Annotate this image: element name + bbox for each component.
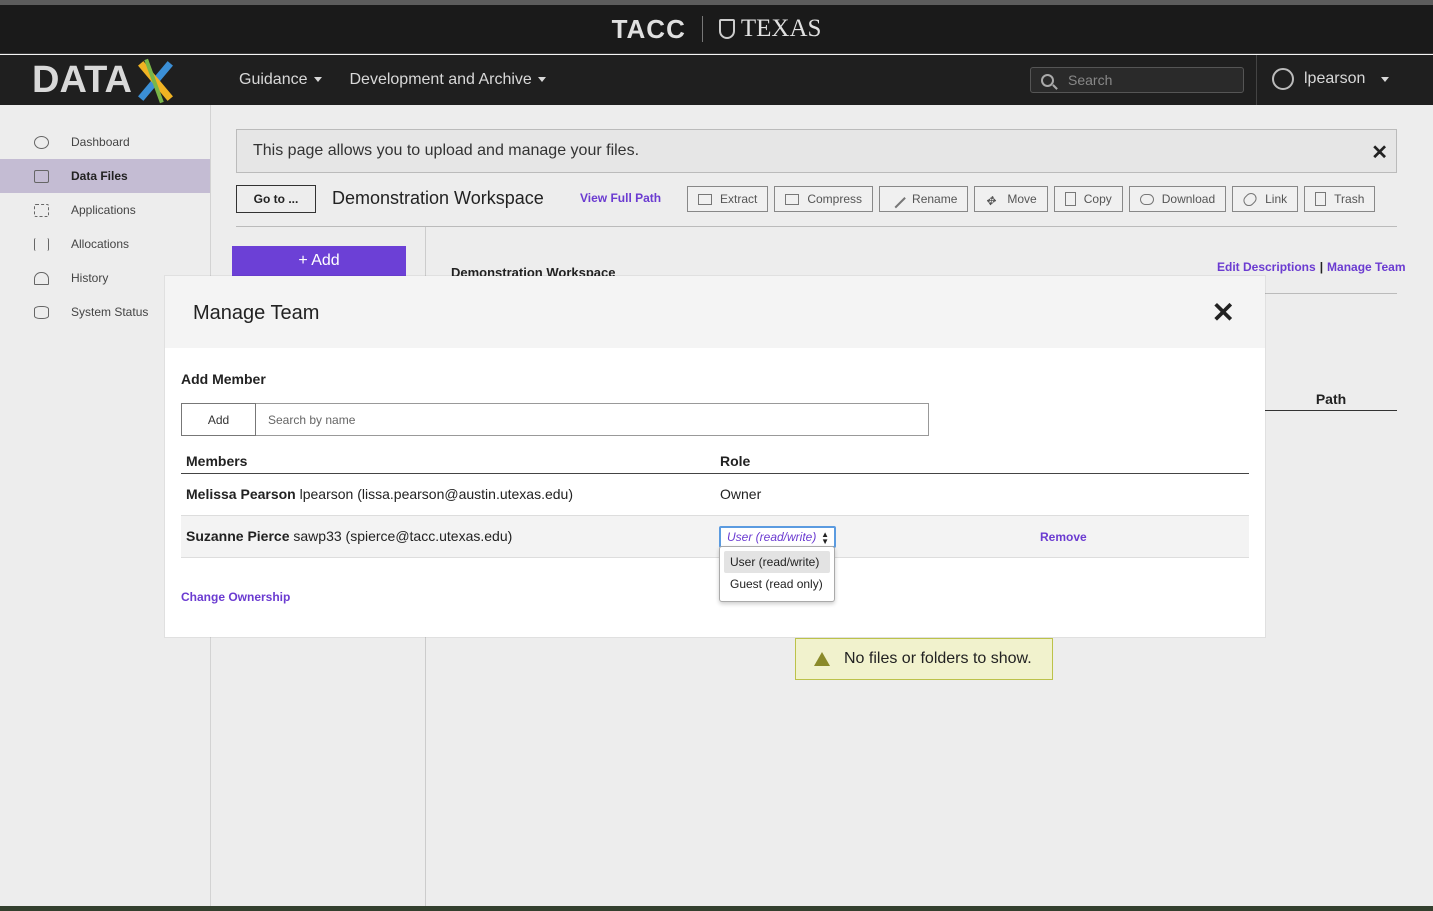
manage-team-modal: Manage Team ✕ Add Member Add Search by n… (165, 276, 1265, 637)
add-member-row: Add Search by name (181, 403, 929, 436)
members-header: Members (186, 453, 248, 469)
role-header: Role (720, 453, 751, 469)
role-select[interactable]: User (read/write) ▲ ▼ (719, 526, 836, 548)
members-table-header: Members Role (181, 452, 1249, 474)
close-icon[interactable]: ✕ (1212, 296, 1235, 329)
select-arrows-icon: ▲ ▼ (821, 530, 829, 546)
remove-member-link[interactable]: Remove (1040, 530, 1087, 544)
member-cell: Suzanne Pierce sawp33 (spierce@tacc.utex… (186, 528, 512, 544)
role-option-user[interactable]: User (read/write) (724, 551, 830, 573)
member-cell: Melissa Pearson lpearson (lissa.pearson@… (186, 486, 573, 502)
members-table: Members Role Melissa Pearson lpearson (l… (181, 452, 1249, 558)
add-member-heading: Add Member (181, 371, 266, 387)
role-select-value: User (read/write) (727, 530, 817, 544)
modal-header: Manage Team ✕ (165, 276, 1265, 348)
role-dropdown: User (read/write) Guest (read only) (719, 546, 835, 602)
member-name: Melissa Pearson (186, 486, 296, 502)
role-option-guest[interactable]: Guest (read only) (724, 573, 830, 595)
member-role: Owner (720, 486, 762, 502)
member-name: Suzanne Pierce (186, 528, 290, 544)
member-detail: lpearson (lissa.pearson@austin.utexas.ed… (299, 486, 573, 502)
change-ownership-link[interactable]: Change Ownership (181, 590, 290, 604)
member-detail: sawp33 (spierce@tacc.utexas.edu) (293, 528, 513, 544)
modal-title: Manage Team (193, 302, 320, 324)
table-row: Suzanne Pierce sawp33 (spierce@tacc.utex… (181, 516, 1249, 558)
member-search-input[interactable]: Search by name (256, 403, 929, 436)
add-member-button[interactable]: Add (181, 403, 256, 436)
bottom-strip (0, 906, 1433, 911)
table-row: Melissa Pearson lpearson (lissa.pearson@… (181, 474, 1249, 516)
